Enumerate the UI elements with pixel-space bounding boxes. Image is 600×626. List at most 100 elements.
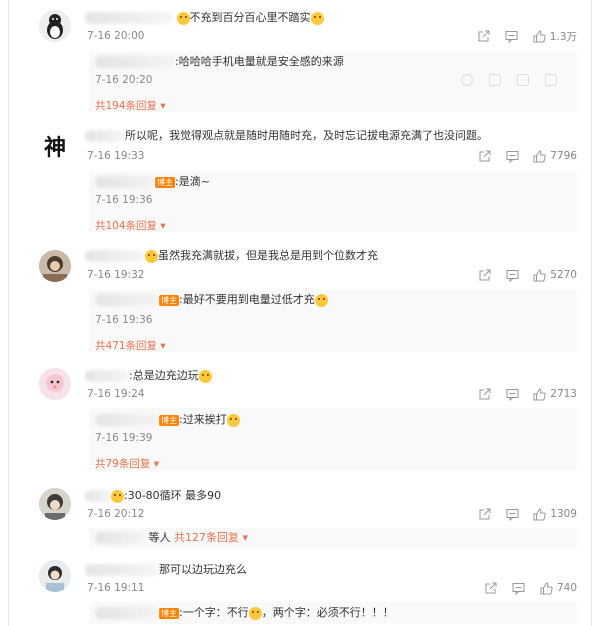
username[interactable] (85, 564, 159, 576)
avatar[interactable] (39, 368, 71, 400)
report-icon[interactable] (461, 74, 473, 86)
reply-time: 7-16 19:39 (95, 432, 153, 444)
emoji-icon (314, 293, 328, 307)
like-count: 1309 (550, 508, 577, 520)
share-icon[interactable] (484, 581, 498, 595)
comment-actions: 5270 (477, 268, 577, 282)
comment-list: 不充到百分百心里不踏实 7-16 20:00 1.3万 :哈哈哈手机电量就是安全… (8, 0, 592, 626)
comment-time: 7-16 20:00 (87, 30, 145, 42)
avatar[interactable] (39, 10, 71, 42)
thumbs-up-icon (533, 30, 546, 43)
reply-line: 博主:一个字：不行 ，两个字：必须不行！！！ (95, 605, 394, 621)
like-button[interactable]: 5270 (533, 268, 577, 282)
share-icon[interactable] (489, 74, 501, 86)
comment-actions: 1309 (477, 507, 577, 521)
share-icon[interactable] (477, 149, 491, 163)
reply-username[interactable] (95, 294, 159, 306)
like-button[interactable]: 1309 (533, 507, 577, 521)
share-icon[interactable] (477, 387, 491, 401)
reply-text: :过来挨打 (179, 413, 227, 426)
like-button[interactable]: 2713 (533, 387, 577, 401)
username[interactable] (85, 250, 145, 262)
reply-text: :是滴~ (175, 175, 210, 188)
reply-text: :最好不要用到电量过低才充 (179, 293, 315, 306)
comment-icon[interactable] (505, 268, 519, 282)
username[interactable] (85, 490, 111, 502)
comment-text: :总是边充边玩 (129, 369, 199, 382)
comment-text: 所以呢，我觉得观点就是随时用随时充，及时忘记拔电源充满了也没问题。 (125, 129, 488, 142)
reply-text-continued: ，两个字：必须不行！！！ (261, 606, 394, 619)
emoji-icon (176, 11, 190, 25)
like-button[interactable]: 7796 (533, 149, 577, 163)
share-icon[interactable] (477, 507, 491, 521)
comment-icon[interactable] (517, 74, 529, 86)
reply-line: 博主:最好不要用到电量过低才充 (95, 292, 328, 308)
comment-actions: 2713 (477, 387, 577, 401)
username[interactable] (85, 12, 173, 24)
comment-item: 不充到百分百心里不踏实 7-16 20:00 1.3万 :哈哈哈手机电量就是安全… (9, 0, 591, 120)
share-icon[interactable] (477, 268, 491, 282)
avatar[interactable]: 神 (39, 130, 71, 162)
comment-icon[interactable] (512, 581, 526, 595)
comment-icon[interactable] (505, 507, 519, 521)
comment-text: 那可以边玩边充么 (159, 563, 247, 576)
thumbs-up-icon (533, 387, 546, 400)
reply-text: :一个字：不行 (179, 606, 249, 619)
avatar[interactable] (39, 560, 71, 592)
username[interactable] (85, 370, 129, 382)
more-replies-link[interactable]: 共194条回复 ▾ (95, 98, 166, 113)
reply-username[interactable] (95, 607, 159, 619)
author-badge: 博主 (159, 294, 179, 306)
comment-text: 虽然我充满就拔，但是我总是用到个位数才充 (158, 249, 378, 262)
reply-text: :哈哈哈手机电量就是安全感的来源 (175, 55, 344, 68)
emoji-icon (310, 11, 324, 25)
reply-line: :哈哈哈手机电量就是安全感的来源 (95, 54, 344, 70)
like-button[interactable]: 1.3万 (533, 29, 577, 44)
reply-time: 7-16 20:20 (95, 74, 153, 86)
comment-icon[interactable] (505, 149, 519, 163)
reply-box: 博主:过来挨打 7-16 19:39 共79条回复 ▾ (89, 408, 577, 470)
comment-line: :总是边充边玩 (85, 368, 212, 384)
avatar-text: 神 (43, 135, 66, 161)
avatar[interactable] (39, 488, 71, 520)
comment-icon[interactable] (505, 30, 519, 44)
reply-username[interactable] (95, 414, 159, 426)
author-badge: 博主 (159, 414, 179, 426)
username[interactable] (85, 130, 125, 142)
thumbs-up-icon (540, 581, 553, 594)
reply-box: 博主:最好不要用到电量过低才充 7-16 19:36 共471条回复 ▾ (89, 290, 577, 352)
reply-time: 7-16 19:36 (95, 314, 153, 326)
thumbs-up-icon (533, 149, 546, 162)
reply-box: 博主:一个字：不行 ，两个字：必须不行！！！ (89, 602, 577, 624)
more-replies-link[interactable]: 共471条回复 ▾ (95, 338, 166, 353)
thumbs-up-icon[interactable] (545, 74, 557, 86)
comment-actions: 740 (484, 581, 577, 595)
more-replies-link[interactable]: 共104条回复 ▾ (95, 218, 166, 233)
comment-item: :总是边充边玩 7-16 19:24 2713 博主:过来挨打 7-16 19:… (9, 360, 591, 480)
share-icon[interactable] (477, 30, 491, 44)
comment-item: 那可以边玩边充么 7-16 19:11 740 博主:一个字：不行 ，两个字：必须… (9, 552, 591, 626)
like-button[interactable]: 740 (540, 581, 577, 595)
reply-actions (461, 74, 557, 86)
comment-line: 虽然我充满就拔，但是我总是用到个位数才充 (85, 248, 378, 264)
comment-icon[interactable] (505, 387, 519, 401)
avatar[interactable] (39, 250, 71, 282)
like-count: 1.3万 (549, 31, 577, 43)
reply-line: 博主:是滴~ (95, 174, 210, 190)
more-replies-link[interactable]: 共127条回复 ▾ (174, 531, 248, 544)
reply-summary-prefix: 等人 (148, 531, 171, 544)
more-replies-link[interactable]: 共79条回复 ▾ (95, 456, 159, 471)
comment-text: :30-80循环 最多90 (124, 489, 222, 502)
reply-usernames[interactable] (95, 532, 145, 544)
reply-username[interactable] (95, 56, 175, 68)
comment-line: 那可以边玩边充么 (85, 562, 247, 578)
thumbs-up-icon (533, 268, 546, 281)
emoji-icon (226, 413, 240, 427)
reply-username[interactable] (95, 176, 155, 188)
comment-text: 不充到百分百心里不踏实 (189, 11, 311, 24)
reply-box: 博主:是滴~ 7-16 19:36 共104条回复 ▾ (89, 172, 577, 232)
emoji-icon (111, 489, 124, 503)
author-badge: 博主 (155, 176, 175, 188)
comment-item: 神 所以呢，我觉得观点就是随时用随时充，及时忘记拔电源充满了也没问题。 7-16… (9, 120, 591, 240)
author-badge: 博主 (159, 607, 179, 619)
